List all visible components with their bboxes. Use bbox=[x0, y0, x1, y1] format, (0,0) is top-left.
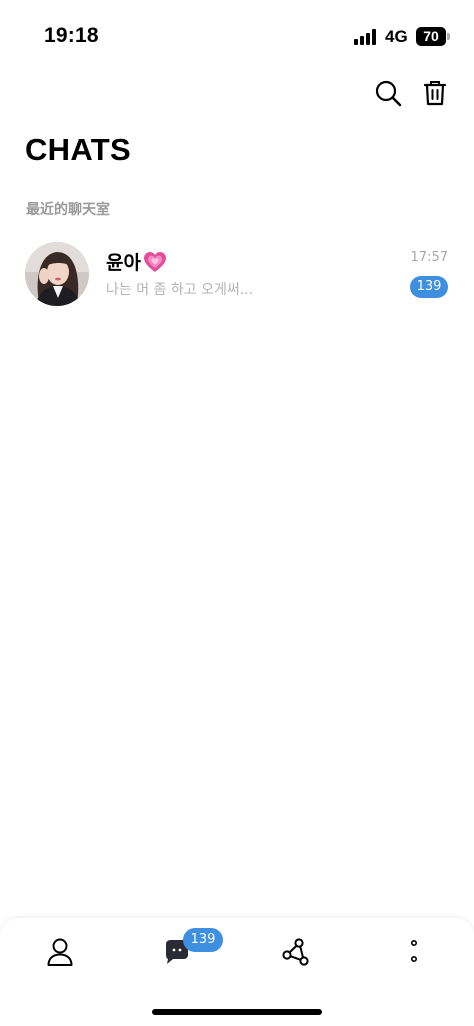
status-bar: 19:18 4G 70 bbox=[0, 0, 474, 70]
search-icon bbox=[375, 80, 402, 107]
delete-button[interactable] bbox=[418, 76, 452, 110]
nav-profile[interactable] bbox=[35, 932, 85, 972]
section-title: 最近的聊天室 bbox=[26, 202, 110, 218]
battery-level: 70 bbox=[423, 28, 439, 44]
trash-icon bbox=[423, 81, 447, 106]
nav-more[interactable] bbox=[389, 932, 439, 972]
home-indicator[interactable] bbox=[152, 1009, 322, 1015]
chat-name: 윤아 bbox=[106, 248, 167, 275]
nav-chat-badge: 139 bbox=[183, 928, 223, 952]
status-time: 19:18 bbox=[44, 24, 99, 47]
nav-share[interactable] bbox=[271, 932, 321, 972]
battery-icon: 70 bbox=[416, 27, 446, 46]
page-title: CHATS bbox=[25, 132, 131, 167]
growing-heart-icon bbox=[143, 251, 166, 272]
chat-list-item[interactable]: 윤아 나는 머 좀 하고 오게써... 17:57 139 bbox=[0, 234, 474, 312]
more-vertical-icon bbox=[410, 939, 418, 962]
chat-preview: 나는 머 좀 하고 오게써... bbox=[106, 282, 254, 298]
chat-time: 17:57 bbox=[410, 250, 448, 265]
battery-cap bbox=[447, 33, 450, 40]
profile-icon bbox=[47, 938, 73, 966]
chat-name-text: 윤아 bbox=[106, 252, 141, 274]
share-network-icon bbox=[282, 938, 309, 966]
signal-icon bbox=[354, 29, 380, 45]
avatar[interactable] bbox=[25, 242, 89, 306]
search-button[interactable] bbox=[371, 76, 405, 110]
unread-badge: 139 bbox=[410, 276, 448, 298]
network-type: 4G bbox=[385, 27, 408, 46]
